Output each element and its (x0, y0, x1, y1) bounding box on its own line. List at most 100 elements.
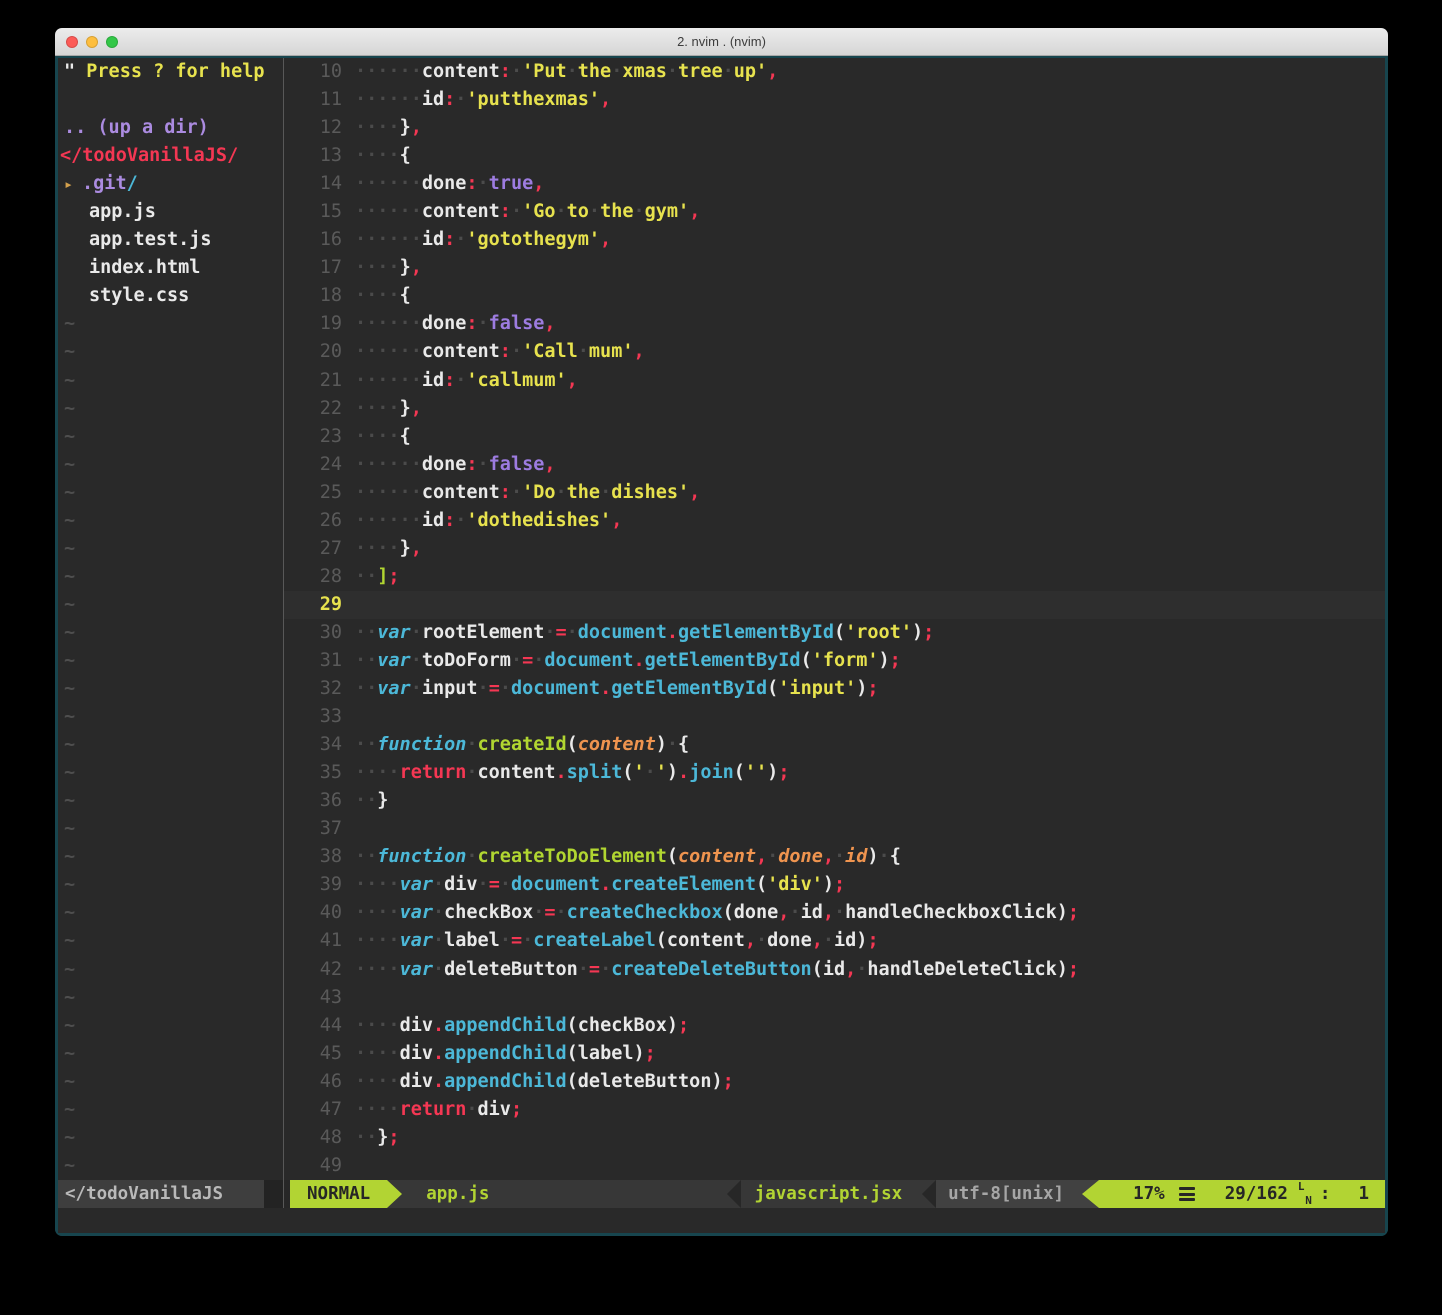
code-text: ····return·div; (355, 1096, 522, 1124)
tilde-marker: ~ (58, 451, 283, 479)
line-number: 31 (298, 647, 342, 675)
code-text: ··function·createToDoElement(content,·do… (355, 843, 901, 871)
code-text: ··var·toDoForm·=·document.getElementById… (355, 647, 901, 675)
code-line-38[interactable]: 38··function·createToDoElement(content,·… (284, 843, 1385, 871)
code-line-18[interactable]: 18····{ (284, 282, 1385, 310)
code-line-19[interactable]: 19······done:·false, (284, 310, 1385, 338)
code-line-27[interactable]: 27····}, (284, 535, 1385, 563)
tree-file-app-test-js[interactable]: app.test.js (58, 226, 283, 254)
code-line-45[interactable]: 45····div.appendChild(label); (284, 1040, 1385, 1068)
gutter-gap (342, 1040, 355, 1068)
code-line-25[interactable]: 25······content:·'Do·the·dishes', (284, 479, 1385, 507)
code-line-17[interactable]: 17····}, (284, 254, 1385, 282)
line-number: 40 (298, 899, 342, 927)
code-line-20[interactable]: 20······content:·'Call·mum', (284, 338, 1385, 366)
line-number: 29 (298, 591, 342, 619)
code-line-42[interactable]: 42····var·deleteButton·=·createDeleteBut… (284, 956, 1385, 984)
code-line-13[interactable]: 13····{ (284, 142, 1385, 170)
code-line-35[interactable]: 35····return·content.split('·').join('')… (284, 759, 1385, 787)
code-line-14[interactable]: 14······done:·true, (284, 170, 1385, 198)
gutter-gap (342, 507, 355, 535)
tilde-marker: ~ (58, 731, 283, 759)
help-text: Press ? for help (86, 61, 264, 82)
code-line-31[interactable]: 31 ··var·toDoForm·=·document.getElementBy… (284, 647, 1385, 675)
line-number: 19 (298, 310, 342, 338)
title-bar[interactable]: 2. nvim . (nvim) (55, 28, 1388, 56)
code-line-39[interactable]: 39····var·div·=·document.createElement('… (284, 871, 1385, 899)
code-line-49[interactable]: 49 (284, 1152, 1385, 1180)
code-line-15[interactable]: 15······content:·'Go·to·the·gym', (284, 198, 1385, 226)
tilde-marker: ~ (58, 675, 283, 703)
code-text: ····{ (355, 423, 411, 451)
code-line-16[interactable]: 16······id:·'gotothegym', (284, 226, 1385, 254)
gutter-gap (342, 759, 355, 787)
line-number: 24 (298, 451, 342, 479)
code-line-48[interactable]: 48··}; (284, 1124, 1385, 1152)
code-line-40[interactable]: 40····var·checkBox·=·createCheckbox(done… (284, 899, 1385, 927)
gutter-gap (342, 787, 355, 815)
code-line-43[interactable]: 43 (284, 984, 1385, 1012)
code-line-26[interactable]: 26······id:·'dothedishes', (284, 507, 1385, 535)
tilde-marker: ~ (58, 984, 283, 1012)
code-line-22[interactable]: 22····}, (284, 395, 1385, 423)
close-button[interactable] (66, 36, 78, 48)
code-line-37[interactable]: 37 (284, 815, 1385, 843)
collapsed-arrow-icon[interactable]: ▸ (64, 175, 73, 193)
code-text: ··var·input·=·document.getElementById('i… (355, 675, 879, 703)
code-line-46[interactable]: 46····div.appendChild(deleteButton); (284, 1068, 1385, 1096)
minimize-button[interactable] (86, 36, 98, 48)
tree-file-style-css[interactable]: style.css (58, 282, 283, 310)
gutter-gap (342, 563, 355, 591)
tilde-marker: ~ (58, 619, 283, 647)
code-editor-pane[interactable]: 10······content:·'Put·the·xmas·tree·up',… (284, 58, 1385, 1180)
code-line-28[interactable]: 28··]; (284, 563, 1385, 591)
tree-help-line: " Press ? for help (58, 58, 283, 86)
gutter-gap (342, 815, 355, 843)
tree-updir-item[interactable]: .. (up a dir) (58, 114, 283, 142)
gutter-gap (342, 1152, 355, 1180)
line-number: 18 (298, 282, 342, 310)
gutter-gap (342, 703, 355, 731)
code-line-34[interactable]: 34··function·createId(content)·{ (284, 731, 1385, 759)
editor-split: " Press ? for help .. (up a dir)</todoVan… (58, 58, 1385, 1180)
line-number: 11 (298, 86, 342, 114)
code-text: ··} (355, 787, 388, 815)
tilde-marker: ~ (58, 1012, 283, 1040)
code-line-24[interactable]: 24······done:·false, (284, 451, 1385, 479)
tree-file-app-js[interactable]: app.js (58, 198, 283, 226)
code-line-33[interactable]: 33 (284, 703, 1385, 731)
line-number: 32 (298, 675, 342, 703)
code-line-29[interactable]: 29 (284, 591, 1385, 619)
code-text: ····div.appendChild(deleteButton); (355, 1068, 734, 1096)
code-line-21[interactable]: 21······id:·'callmum', (284, 367, 1385, 395)
mode-arrow-icon (387, 1180, 402, 1208)
code-line-10[interactable]: 10······content:·'Put·the·xmas·tree·up', (284, 58, 1385, 86)
scroll-percent: 17% (1133, 1180, 1165, 1208)
tilde-marker: ~ (58, 310, 283, 338)
line-number: 36 (298, 787, 342, 815)
line-number: 39 (298, 871, 342, 899)
code-line-12[interactable]: 12····}, (284, 114, 1385, 142)
line-number: 20 (298, 338, 342, 366)
gutter-gap (342, 451, 355, 479)
code-line-44[interactable]: 44····div.appendChild(checkBox); (284, 1012, 1385, 1040)
window-title: 2. nvim . (nvim) (677, 34, 766, 49)
tilde-marker: ~ (58, 338, 283, 366)
tilde-marker: ~ (58, 1096, 283, 1124)
tree-root-item[interactable]: </todoVanillaJS/ (58, 142, 283, 170)
code-line-32[interactable]: 32 ··var·input·=·document.getElementById(… (284, 675, 1385, 703)
tilde-marker: ~ (58, 395, 283, 423)
tilde-marker: ~ (58, 479, 283, 507)
code-line-47[interactable]: 47····return·div; (284, 1096, 1385, 1124)
tree-file-index-html[interactable]: index.html (58, 254, 283, 282)
code-line-23[interactable]: 23····{ (284, 423, 1385, 451)
code-line-41[interactable]: 41····var·label·=·createLabel(content,·d… (284, 927, 1385, 955)
zoom-button[interactable] (106, 36, 118, 48)
code-line-11[interactable]: 11······id:·'putthexmas', (284, 86, 1385, 114)
code-text: ··}; (355, 1124, 400, 1152)
code-line-36[interactable]: 36 ··} (284, 787, 1385, 815)
tree-dir-git[interactable]: ▸.git/ (58, 170, 283, 198)
gutter-gap (342, 367, 355, 395)
code-line-30[interactable]: 30··var·rootElement·=·document.getElemen… (284, 619, 1385, 647)
code-text: ··var·rootElement·=·document.getElementB… (355, 619, 934, 647)
